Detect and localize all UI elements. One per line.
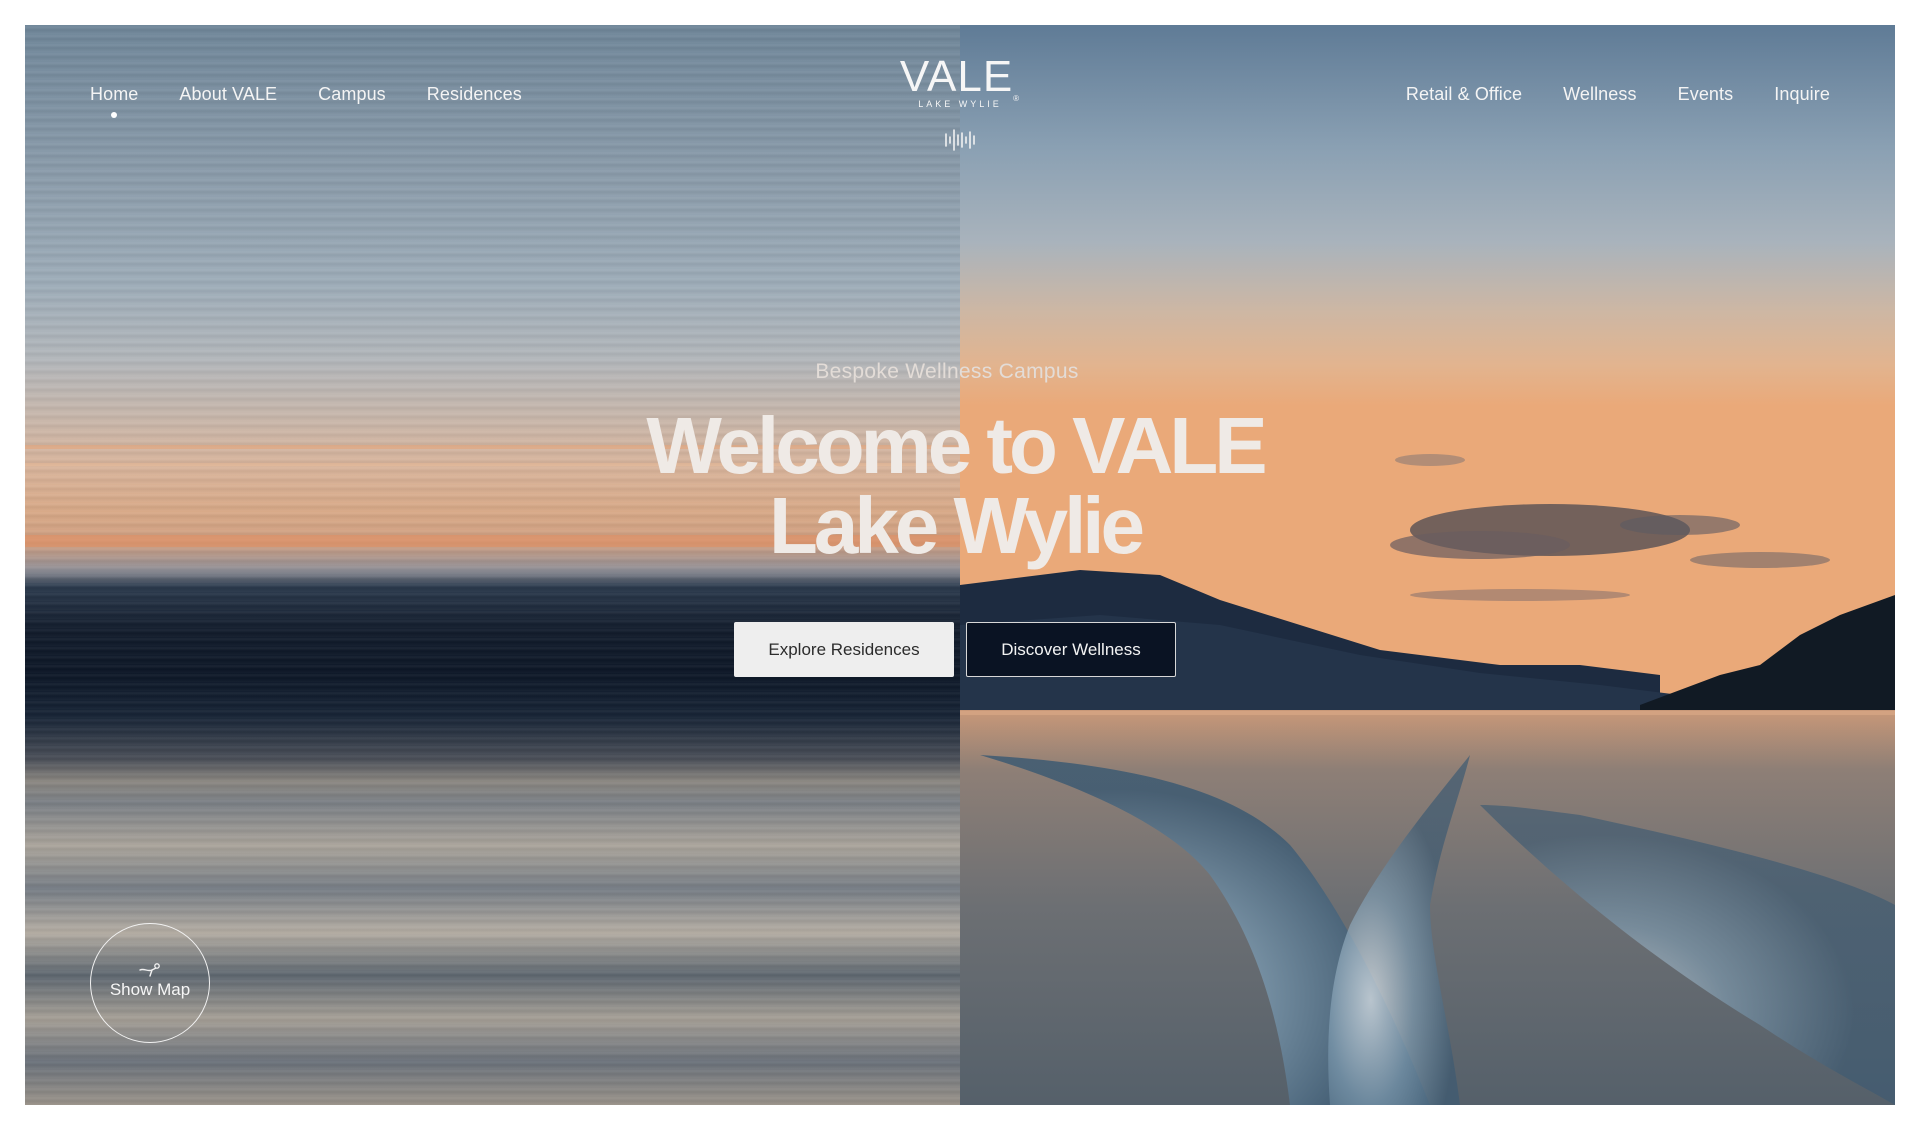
hero-title-line1: Welcome to VALE xyxy=(646,401,1267,490)
nav-wellness[interactable]: Wellness xyxy=(1563,84,1637,105)
nav-left: Home About VALE Campus Residences xyxy=(90,84,522,118)
hero-background: Home About VALE Campus Residences Retail… xyxy=(25,25,1895,1105)
logo-registered-mark: ® xyxy=(1013,94,1021,103)
nav-residences[interactable]: Residences xyxy=(427,84,522,105)
show-map-label: Show Map xyxy=(109,980,191,999)
show-map-button[interactable]: Show Map xyxy=(90,923,210,1043)
nav-about[interactable]: About VALE xyxy=(179,84,277,105)
nav-campus[interactable]: Campus xyxy=(318,84,386,105)
nav-inquire[interactable]: Inquire xyxy=(1774,84,1830,105)
hero-eyebrow: Bespoke Wellness Campus xyxy=(815,360,1079,383)
nav-retail-office[interactable]: Retail & Office xyxy=(1406,84,1522,105)
brand-logo[interactable]: VALE® LAKE WYLIE xyxy=(899,52,1020,110)
nav-right: Retail & Office Wellness Events Inquire xyxy=(1406,84,1830,105)
logo-wordmark: VALE® xyxy=(899,52,1020,104)
explore-residences-button[interactable]: Explore Residences xyxy=(734,622,954,677)
hero-title-line2: Lake Wylie xyxy=(768,481,1145,570)
hero-title: Welcome to VALE Lake Wylie xyxy=(25,406,1895,566)
nav-home[interactable]: Home xyxy=(90,84,139,118)
logo-name: VALE xyxy=(899,52,1014,101)
hero-cta-group: Explore Residences Discover Wellness xyxy=(25,622,1895,677)
map-pin-icon xyxy=(139,963,160,977)
nav-events[interactable]: Events xyxy=(1678,84,1734,105)
discover-wellness-button[interactable]: Discover Wellness xyxy=(966,622,1176,677)
sound-wave-icon[interactable] xyxy=(944,128,976,152)
nav-home-label: Home xyxy=(90,84,139,104)
hero-content: Bespoke Wellness Campus Welcome to VALE … xyxy=(25,360,1895,677)
